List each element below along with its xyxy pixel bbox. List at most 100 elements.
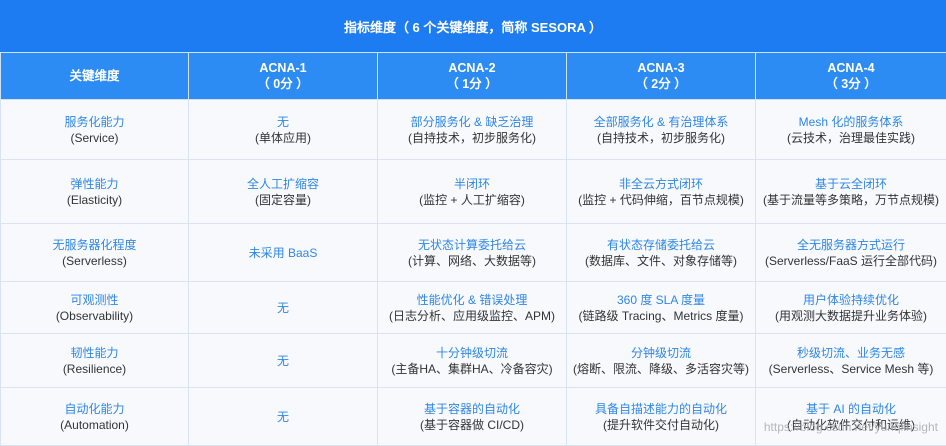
level-cell: 全部服务化 & 有治理体系 (自持技术，初步服务化) — [567, 100, 756, 160]
column-header-score: （ 1分 ） — [378, 76, 566, 92]
level-main: 全部服务化 & 有治理体系 — [567, 114, 755, 130]
dimension-name: 自动化能力 — [1, 401, 188, 417]
column-header-score: （ 2分 ） — [567, 76, 755, 92]
level-main: 非全云方式闭环 — [567, 176, 755, 192]
level-main: 半闭环 — [378, 176, 566, 192]
dimension-cell-observability: 可观测性 (Observability) — [1, 282, 189, 334]
dimension-name: 弹性能力 — [1, 176, 188, 192]
dimension-name: 韧性能力 — [1, 345, 188, 361]
column-header-score: （ 0分 ） — [189, 76, 377, 92]
table-row: 可观测性 (Observability) 无 性能优化 & 错误处理 (日志分析… — [1, 282, 946, 334]
level-detail: (固定容量) — [189, 192, 377, 208]
level-cell: 未采用 BaaS — [189, 224, 378, 282]
column-header-label: ACNA-3 — [567, 60, 755, 76]
level-cell: 全无服务器方式运行 (Serverless/FaaS 运行全部代码) — [756, 224, 946, 282]
level-cell: 360 度 SLA 度量 (链路级 Tracing、Metrics 度量) — [567, 282, 756, 334]
level-detail: (主备HA、集群HA、冷备容灾) — [378, 361, 566, 377]
level-detail: (日志分析、应用级监控、APM) — [378, 308, 566, 324]
level-cell: 十分钟级切流 (主备HA、集群HA、冷备容灾) — [378, 334, 567, 388]
level-detail: (链路级 Tracing、Metrics 度量) — [567, 308, 755, 324]
level-detail: (计算、网络、大数据等) — [378, 253, 566, 269]
level-main: 部分服务化 & 缺乏治理 — [378, 114, 566, 130]
level-main: 具备自描述能力的自动化 — [567, 401, 755, 417]
level-cell: 无 — [189, 388, 378, 446]
column-header-label: ACNA-1 — [189, 60, 377, 76]
table-row: 弹性能力 (Elasticity) 全人工扩缩容 (固定容量) 半闭环 (监控 … — [1, 160, 946, 224]
level-detail: (监控 + 代码伸缩，百节点规模) — [567, 192, 755, 208]
dimension-name: 可观测性 — [1, 292, 188, 308]
level-main: 无 — [189, 300, 377, 316]
header-row: 关键维度 ACNA-1 （ 0分 ） ACNA-2 （ 1分 ） ACNA-3 … — [1, 53, 946, 100]
level-detail: (云技术，治理最佳实践) — [756, 130, 946, 146]
sesora-table: 关键维度 ACNA-1 （ 0分 ） ACNA-2 （ 1分 ） ACNA-3 … — [0, 52, 946, 446]
level-detail: (用观测大数据提升业务体验) — [756, 308, 946, 324]
level-main: 用户体验持续优化 — [756, 292, 946, 308]
dimension-cell-resilience: 韧性能力 (Resilience) — [1, 334, 189, 388]
table-row: 自动化能力 (Automation) 无 基于容器的自动化 (基于容器做 CI/… — [1, 388, 946, 446]
dimension-english: (Service) — [1, 130, 188, 146]
level-cell: 无 — [189, 334, 378, 388]
level-main: 360 度 SLA 度量 — [567, 292, 755, 308]
level-detail: (监控 + 人工扩缩容) — [378, 192, 566, 208]
level-main: 无 — [189, 353, 377, 369]
level-detail: (单体应用) — [189, 130, 377, 146]
level-detail: (自持技术，初步服务化) — [567, 130, 755, 146]
level-main: 全人工扩缩容 — [189, 176, 377, 192]
dimension-cell-service: 服务化能力 (Service) — [1, 100, 189, 160]
level-detail: (基于容器做 CI/CD) — [378, 417, 566, 433]
level-main: 无 — [189, 409, 377, 425]
column-header-label: ACNA-2 — [378, 60, 566, 76]
column-header-score: （ 3分 ） — [756, 76, 946, 92]
column-header-acna-4: ACNA-4 （ 3分 ） — [756, 53, 946, 100]
level-cell: 有状态存储委托给云 (数据库、文件、对象存储等) — [567, 224, 756, 282]
level-detail: (基于流量等多策略，万节点规模) — [756, 192, 946, 208]
level-main: 未采用 BaaS — [189, 245, 377, 261]
level-cell: 半闭环 (监控 + 人工扩缩容) — [378, 160, 567, 224]
source-watermark: https://blog.csdn.net/yunqiinsight — [764, 420, 938, 434]
level-cell: 秒级切流、业务无感 (Serverless、Service Mesh 等) — [756, 334, 946, 388]
level-main: 无 — [189, 114, 377, 130]
level-main: 十分钟级切流 — [378, 345, 566, 361]
level-main: 分钟级切流 — [567, 345, 755, 361]
dimension-cell-automation: 自动化能力 (Automation) — [1, 388, 189, 446]
level-cell: 非全云方式闭环 (监控 + 代码伸缩，百节点规模) — [567, 160, 756, 224]
level-cell: 无状态计算委托给云 (计算、网络、大数据等) — [378, 224, 567, 282]
level-main: 性能优化 & 错误处理 — [378, 292, 566, 308]
column-header-acna-2: ACNA-2 （ 1分 ） — [378, 53, 567, 100]
level-cell: 基于 AI 的自动化 (自动化软件交付和运维) — [756, 388, 946, 446]
dimension-cell-elasticity: 弹性能力 (Elasticity) — [1, 160, 189, 224]
dimension-english: (Elasticity) — [1, 192, 188, 208]
level-detail: (Serverless、Service Mesh 等) — [756, 361, 946, 377]
level-cell: 无 — [189, 282, 378, 334]
level-detail: (熔断、限流、降级、多活容灾等) — [567, 361, 755, 377]
column-header-label: ACNA-4 — [756, 60, 946, 76]
level-main: 全无服务器方式运行 — [756, 237, 946, 253]
level-detail: (Serverless/FaaS 运行全部代码) — [756, 253, 946, 269]
level-main: 基于云全闭环 — [756, 176, 946, 192]
level-cell: 基于容器的自动化 (基于容器做 CI/CD) — [378, 388, 567, 446]
dimension-english: (Observability) — [1, 308, 188, 324]
dimension-english: (Resilience) — [1, 361, 188, 377]
dimension-english: (Automation) — [1, 417, 188, 433]
level-cell: 部分服务化 & 缺乏治理 (自持技术，初步服务化) — [378, 100, 567, 160]
table-row: 服务化能力 (Service) 无 (单体应用) 部分服务化 & 缺乏治理 (自… — [1, 100, 946, 160]
level-cell: 基于云全闭环 (基于流量等多策略，万节点规模) — [756, 160, 946, 224]
level-cell: 分钟级切流 (熔断、限流、降级、多活容灾等) — [567, 334, 756, 388]
level-main: Mesh 化的服务体系 — [756, 114, 946, 130]
dimension-name: 无服务器化程度 — [1, 237, 188, 253]
level-main: 秒级切流、业务无感 — [756, 345, 946, 361]
level-detail: (自持技术，初步服务化) — [378, 130, 566, 146]
column-header-dimension: 关键维度 — [1, 53, 189, 100]
level-cell: 全人工扩缩容 (固定容量) — [189, 160, 378, 224]
table-title: 指标维度（ 6 个关键维度，简称 SESORA ） — [344, 17, 602, 36]
column-header-label: 关键维度 — [69, 69, 119, 83]
table-row: 韧性能力 (Resilience) 无 十分钟级切流 (主备HA、集群HA、冷备… — [1, 334, 946, 388]
document-root: 指标维度（ 6 个关键维度，简称 SESORA ） 关键维度 ACNA-1 （ … — [0, 0, 946, 440]
table-title-banner: 指标维度（ 6 个关键维度，简称 SESORA ） — [0, 0, 946, 52]
column-header-acna-1: ACNA-1 （ 0分 ） — [189, 53, 378, 100]
table-row: 无服务器化程度 (Serverless) 未采用 BaaS 无状态计算委托给云 … — [1, 224, 946, 282]
level-cell: Mesh 化的服务体系 (云技术，治理最佳实践) — [756, 100, 946, 160]
level-main: 基于容器的自动化 — [378, 401, 566, 417]
level-cell: 性能优化 & 错误处理 (日志分析、应用级监控、APM) — [378, 282, 567, 334]
level-detail: (提升软件交付自动化) — [567, 417, 755, 433]
